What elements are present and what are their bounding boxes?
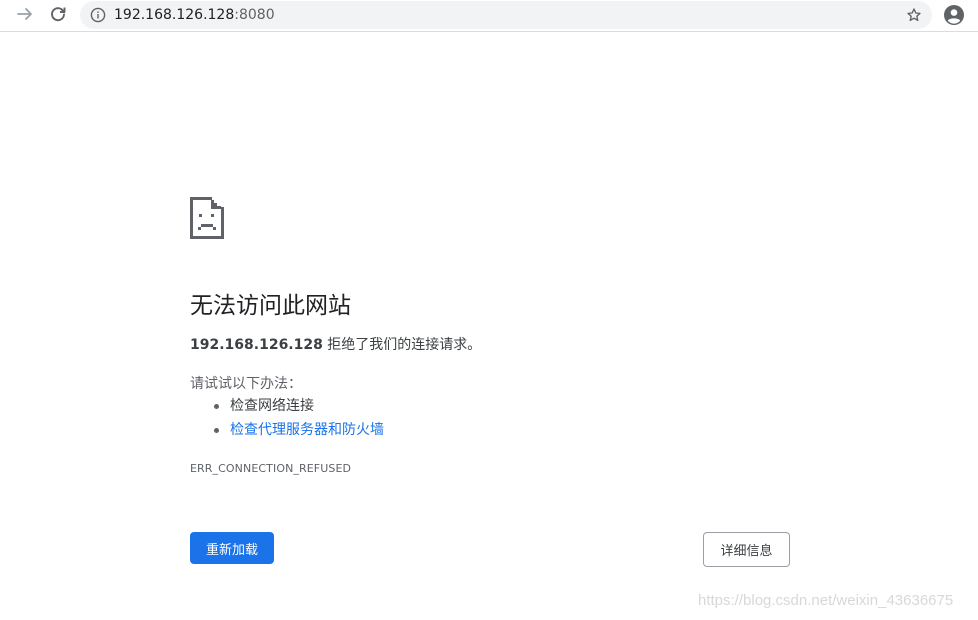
url-text[interactable]: 192.168.126.128:8080 — [114, 1, 275, 29]
sad-document-icon — [190, 197, 224, 239]
error-host: 192.168.126.128 — [190, 337, 323, 353]
watermark: https://blog.csdn.net/weixin_43636675 — [698, 592, 954, 609]
page-title: 无法访问此网站 — [190, 293, 351, 319]
profile-icon[interactable] — [943, 4, 965, 26]
bullet-icon — [214, 404, 219, 409]
suggestion-check-proxy-link[interactable]: 检查代理服务器和防火墙 — [230, 422, 384, 438]
reload-button[interactable]: 重新加载 — [190, 532, 274, 564]
address-bar[interactable]: 192.168.126.128:8080 — [80, 1, 932, 29]
info-icon[interactable] — [89, 6, 107, 24]
list-item: 检查代理服务器和防火墙 — [214, 420, 384, 444]
suggestions-heading: 请试试以下办法： — [190, 376, 302, 392]
url-host: 192.168.126.128 — [114, 7, 235, 23]
star-icon[interactable] — [904, 5, 924, 25]
arrow-forward-icon[interactable] — [13, 2, 37, 26]
bullet-icon — [214, 428, 219, 433]
url-port: :8080 — [234, 7, 275, 23]
reload-icon[interactable] — [46, 2, 70, 26]
details-button[interactable]: 详细信息 — [703, 532, 790, 567]
list-item: 检查网络连接 — [214, 396, 384, 420]
browser-toolbar: 192.168.126.128:8080 — [0, 0, 978, 32]
suggestions-list: 检查网络连接 检查代理服务器和防火墙 — [214, 396, 384, 444]
error-code: ERR_CONNECTION_REFUSED — [190, 462, 352, 475]
suggestion-check-network: 检查网络连接 — [230, 398, 314, 414]
error-message-text: 拒绝了我们的连接请求。 — [322, 337, 482, 353]
error-message: 192.168.126.128 拒绝了我们的连接请求。 — [190, 334, 481, 354]
